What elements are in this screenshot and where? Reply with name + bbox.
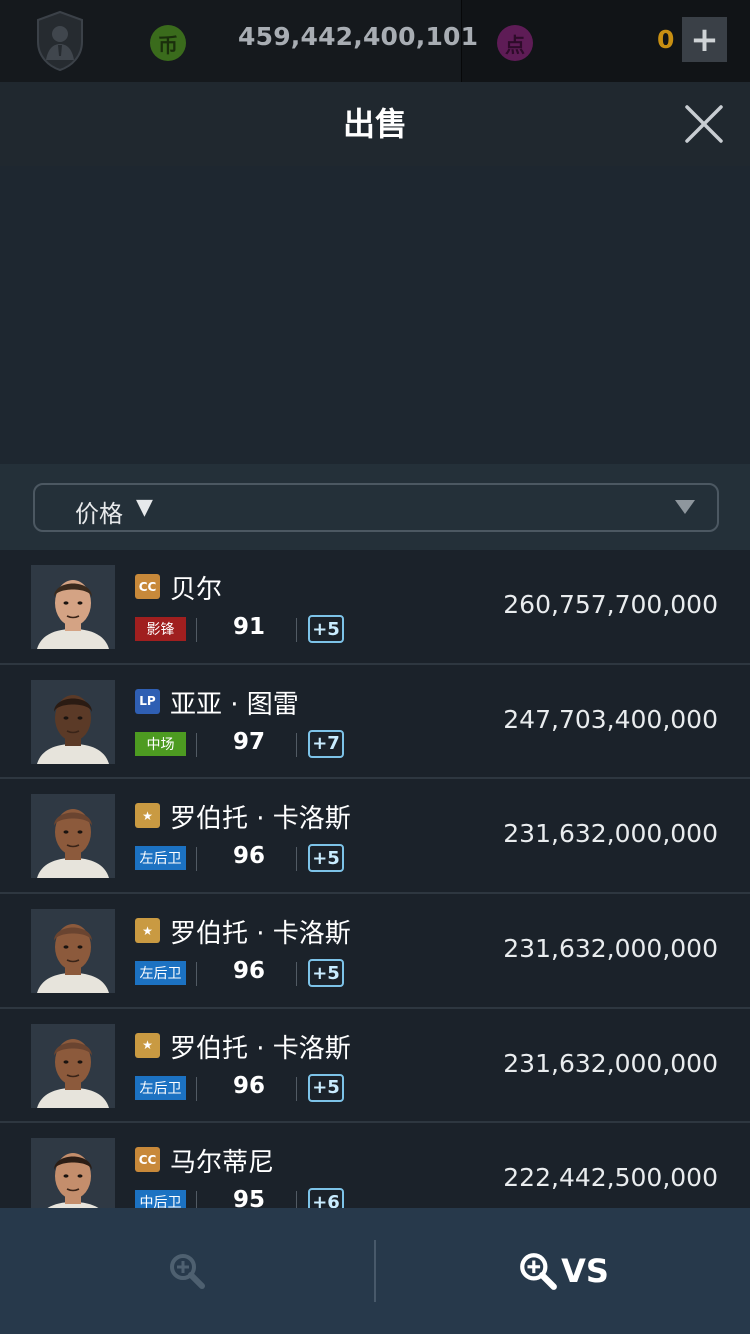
zoom-icon: [170, 1254, 205, 1289]
player-avatar: [31, 679, 115, 764]
point-amount: 0: [657, 25, 675, 54]
player-row[interactable]: CC 马尔蒂尼 中后卫 95 +6 222,442,500,000: [0, 1123, 750, 1208]
divider: [196, 1191, 197, 1208]
player-name: 罗伯托 · 卡洛斯: [170, 1033, 351, 1064]
player-avatar: [31, 909, 115, 994]
player-rating: 95: [233, 1187, 266, 1208]
sort-dropdown[interactable]: 价格 ▼: [33, 483, 719, 532]
dialog-header: 出售: [0, 82, 750, 166]
zoom-icon: [520, 1253, 557, 1290]
player-avatar: [31, 794, 115, 879]
divider: [196, 962, 197, 987]
player-price: 260,757,700,000: [503, 590, 718, 619]
position-badge: 左后卫: [135, 846, 186, 871]
divider: [196, 618, 197, 642]
divider: [296, 732, 297, 757]
preview-area: [0, 166, 750, 464]
position-badge: 左后卫: [135, 961, 186, 986]
upgrade-level-badge: +6: [308, 1188, 344, 1208]
filter-bar: 价格 ▼: [0, 464, 750, 550]
divider: [196, 847, 197, 872]
player-row[interactable]: LP 亚亚 · 图雷 中场 97 +7 247,703,400,000: [0, 664, 750, 780]
upgrade-level-badge: +5: [308, 959, 344, 988]
tier-icon: ★: [135, 918, 160, 944]
divider: [296, 962, 297, 987]
player-rating: 91: [233, 614, 266, 640]
tier-icon: CC: [135, 1147, 160, 1173]
player-price: 231,632,000,000: [503, 934, 718, 964]
tier-icon: CC: [135, 574, 160, 599]
position-badge: 左后卫: [135, 1075, 186, 1100]
player-rating: 96: [233, 958, 266, 985]
position-badge: 影锋: [135, 617, 186, 641]
bottom-toolbar: VS: [0, 1208, 750, 1334]
upgrade-level-badge: +5: [308, 615, 344, 643]
position-badge: 中后卫: [135, 1190, 186, 1208]
divider: [196, 1076, 197, 1101]
coin-icon: 币: [150, 25, 186, 61]
sort-direction-icon: ▼: [136, 495, 153, 520]
tier-icon: ★: [135, 803, 160, 829]
tier-icon: LP: [135, 688, 160, 714]
upgrade-level-badge: +5: [308, 1073, 344, 1102]
zoom-button[interactable]: [0, 1208, 374, 1334]
player-list[interactable]: CC 贝尔 影锋 91 +5 260,757,700,000 LP 亚亚 · 图…: [0, 550, 750, 1208]
player-price: 222,442,500,000: [503, 1163, 718, 1193]
player-row[interactable]: ★ 罗伯托 · 卡洛斯 左后卫 96 +5 231,632,000,000: [0, 894, 750, 1009]
player-price: 231,632,000,000: [503, 819, 718, 849]
upgrade-level-badge: +7: [308, 729, 344, 758]
coin-amount: 459,442,400,101: [238, 22, 479, 51]
player-rating: 96: [233, 1072, 266, 1099]
sort-label: 价格: [75, 500, 123, 528]
divider: [296, 847, 297, 872]
upgrade-level-badge: +5: [308, 844, 344, 873]
player-name: 贝尔: [170, 575, 223, 605]
player-name: 罗伯托 · 卡洛斯: [170, 919, 351, 950]
player-row[interactable]: ★ 罗伯托 · 卡洛斯 左后卫 96 +5 231,632,000,000: [0, 779, 750, 895]
add-points-button[interactable]: +: [682, 17, 727, 62]
player-rating: 97: [233, 728, 266, 755]
divider: [296, 1076, 297, 1101]
manager-profile-icon[interactable]: [34, 10, 86, 72]
player-avatar: [31, 1023, 115, 1108]
close-icon: [685, 105, 723, 143]
player-row[interactable]: ★ 罗伯托 · 卡洛斯 左后卫 96 +5 231,632,000,000: [0, 1008, 750, 1124]
player-name: 马尔蒂尼: [170, 1148, 275, 1179]
position-badge: 中场: [135, 731, 186, 756]
tier-icon: ★: [135, 1032, 160, 1058]
page-title: 出售: [342, 105, 407, 143]
player-avatar: [31, 565, 115, 649]
player-price: 231,632,000,000: [503, 1048, 718, 1078]
player-name: 亚亚 · 图雷: [170, 689, 299, 720]
player-avatar: [31, 1138, 115, 1208]
player-price: 247,703,400,000: [503, 704, 718, 734]
compare-label: VS: [561, 1252, 609, 1290]
status-bar: 币 459,442,400,101 点 0 +: [0, 0, 750, 82]
player-row[interactable]: CC 贝尔 影锋 91 +5 260,757,700,000: [0, 550, 750, 665]
player-name: 罗伯托 · 卡洛斯: [170, 804, 351, 835]
divider: [196, 732, 197, 757]
player-rating: 96: [233, 843, 266, 870]
divider: [296, 1191, 297, 1208]
compare-button[interactable]: VS: [376, 1208, 750, 1334]
point-icon: 点: [497, 25, 533, 61]
chevron-down-icon: [675, 500, 695, 514]
close-button[interactable]: [682, 102, 726, 146]
divider: [296, 618, 297, 642]
